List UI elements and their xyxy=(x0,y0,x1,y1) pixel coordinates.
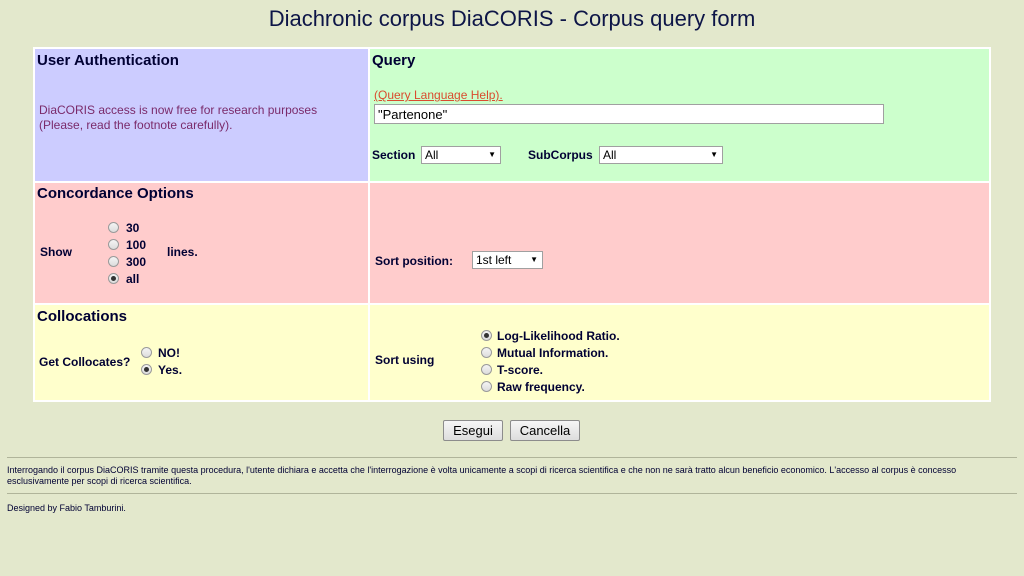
sort-position-panel: Sort position: 1st left ▼ xyxy=(370,183,989,303)
sort-radio-t-score[interactable] xyxy=(481,364,492,375)
collocates-radio-yes[interactable] xyxy=(141,364,152,375)
section-label: Section xyxy=(372,148,416,162)
sort-radio-raw-frequency[interactable] xyxy=(481,381,492,392)
auth-note: DiaCORIS access is now free for research… xyxy=(39,103,317,133)
sort-position-label: Sort position: xyxy=(375,254,453,268)
lines-option-300: 300 xyxy=(126,255,147,269)
collocates-radio-no[interactable] xyxy=(141,347,152,358)
show-label: Show xyxy=(40,245,72,259)
sort-radio-mutual-information[interactable] xyxy=(481,347,492,358)
concordance-panel: Concordance Options Show 30 100 300 all … xyxy=(35,183,368,303)
lines-radio-300[interactable] xyxy=(108,256,119,267)
concordance-heading: Concordance Options xyxy=(37,185,194,202)
footer-disclaimer: Interrogando il corpus DiaCORIS tramite … xyxy=(7,465,957,486)
sort-option-t-score: T-score. xyxy=(497,363,544,377)
page-title: Diachronic corpus DiaCORIS - Corpus quer… xyxy=(268,6,756,31)
lines-radio-30[interactable] xyxy=(108,222,119,233)
lines-option-all: all xyxy=(126,272,140,286)
query-heading: Query xyxy=(372,52,416,69)
auth-note-line1: DiaCORIS access is now free for research… xyxy=(39,103,318,117)
lines-radio-all[interactable] xyxy=(108,273,119,284)
designed-by: Designed by Fabio Tamburini. xyxy=(7,503,126,513)
sort-radio-log-likelihood[interactable] xyxy=(481,330,492,341)
query-form-table: User Authentication DiaCORIS access is n… xyxy=(33,47,991,402)
chevron-down-icon: ▼ xyxy=(488,150,496,159)
section-select[interactable]: All ▼ xyxy=(421,146,501,164)
auth-note-line2: (Please, read the footnote carefully). xyxy=(39,118,233,132)
collocates-option-yes: Yes. xyxy=(158,363,183,377)
subcorpus-select[interactable]: All ▼ xyxy=(599,146,723,164)
chevron-down-icon: ▼ xyxy=(530,255,538,264)
footer-divider-top xyxy=(7,457,1017,458)
sort-position-value: 1st left xyxy=(476,253,512,267)
lines-option-30: 30 xyxy=(126,221,140,235)
query-input[interactable] xyxy=(374,104,884,124)
get-collocates-label: Get Collocates? xyxy=(39,355,131,369)
subcorpus-select-value: All xyxy=(603,148,617,162)
auth-heading: User Authentication xyxy=(37,52,179,69)
auth-panel: User Authentication DiaCORIS access is n… xyxy=(35,49,368,181)
sort-using-panel: Sort using Log-Likelihood Ratio. Mutual … xyxy=(370,305,989,400)
chevron-down-icon: ▼ xyxy=(710,150,718,159)
lines-radio-100[interactable] xyxy=(108,239,119,250)
lines-option-100: 100 xyxy=(126,238,147,252)
sort-position-select[interactable]: 1st left ▼ xyxy=(472,251,543,269)
query-panel: Query (Query Language Help). Section All… xyxy=(370,49,989,181)
sort-using-label: Sort using xyxy=(375,353,435,367)
collocations-panel: Collocations Get Collocates? NO! Yes. xyxy=(35,305,368,400)
collocates-option-no: NO! xyxy=(158,346,180,360)
sort-option-raw-frequency: Raw frequency. xyxy=(497,380,585,394)
section-select-value: All xyxy=(425,148,439,162)
subcorpus-label: SubCorpus xyxy=(528,148,593,162)
cancel-button[interactable]: Cancella xyxy=(510,420,580,441)
query-language-help-link[interactable]: (Query Language Help). xyxy=(374,88,503,102)
sort-option-log-likelihood: Log-Likelihood Ratio. xyxy=(497,329,620,343)
sort-option-mutual-information: Mutual Information. xyxy=(497,346,609,360)
footer-divider-bottom xyxy=(7,493,1017,494)
run-button[interactable]: Esegui xyxy=(443,420,503,441)
lines-label: lines. xyxy=(167,245,198,259)
collocations-heading: Collocations xyxy=(37,308,128,325)
